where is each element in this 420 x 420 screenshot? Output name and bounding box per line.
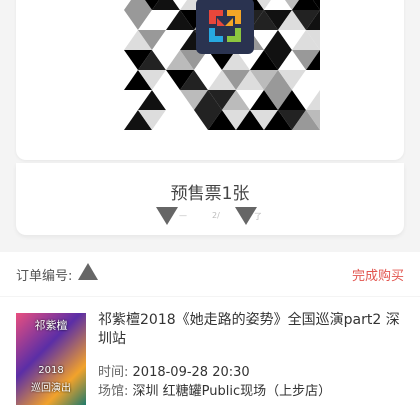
poster-line3: 巡回演出 bbox=[31, 383, 71, 394]
event-poster: 祁紫檀 2018 巡回演出 bbox=[16, 313, 86, 405]
faint-text-mid: 2/ bbox=[212, 211, 220, 220]
order-number-row: 订单编号: 完成购买 bbox=[0, 252, 420, 296]
ticket-sub-row: — 2/ 了 bbox=[16, 207, 404, 233]
order-number-label: 订单编号: bbox=[16, 269, 73, 284]
event-time-label: 时间: bbox=[98, 365, 129, 380]
event-time-value: 2018-09-28 20:30 bbox=[132, 365, 250, 380]
event-title: 祁紫檀2018《她走路的姿势》全国巡演part2 深圳站 bbox=[98, 312, 400, 347]
ticket-info-card: 预售票1张 — 2/ 了 bbox=[16, 163, 404, 235]
triangle-up-icon bbox=[78, 263, 98, 280]
poster-line1: 祁紫檀 bbox=[34, 319, 68, 332]
triangle-down-icon bbox=[235, 207, 257, 225]
event-info-row[interactable]: 祁紫檀 2018 巡回演出 祁紫檀2018《她走路的姿势》全国巡演part2 深… bbox=[0, 297, 420, 420]
complete-purchase-link[interactable]: 完成购买 bbox=[352, 265, 404, 284]
ticket-code-card bbox=[16, 0, 404, 160]
app-logo-icon bbox=[196, 0, 254, 54]
triangle-down-icon bbox=[156, 207, 178, 225]
event-venue-label: 场馆: bbox=[98, 384, 129, 399]
poster-line2: 2018 bbox=[38, 365, 64, 376]
event-venue-value: 深圳 红糖罐Public现场（上步店） bbox=[132, 384, 332, 399]
event-time: 时间: 2018-09-28 20:30 bbox=[98, 361, 250, 380]
ticket-title: 预售票1张 bbox=[170, 184, 250, 204]
event-venue: 场馆: 深圳 红糖罐Public现场（上步店） bbox=[98, 380, 331, 399]
faint-text-left: — bbox=[179, 211, 187, 220]
